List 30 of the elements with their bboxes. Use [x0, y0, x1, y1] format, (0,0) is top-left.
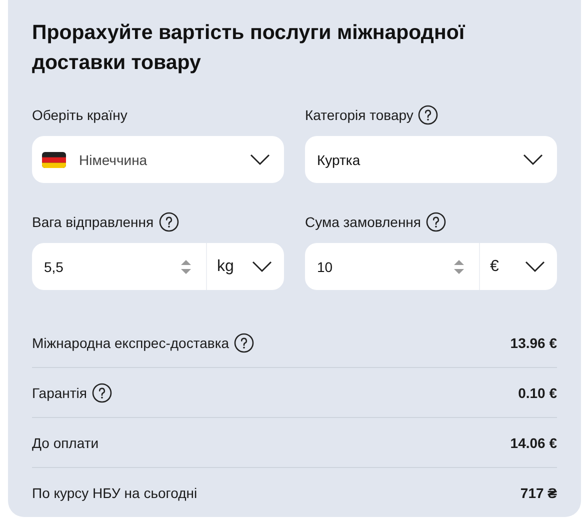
select-field[interactable]: Куртка [305, 136, 557, 183]
number-input[interactable]: 10 [305, 243, 480, 290]
summary-value: 13.96 € [510, 334, 557, 350]
chevron-down-icon [252, 260, 272, 272]
help-icon[interactable] [234, 332, 254, 352]
summary-value: 0.10 € [518, 384, 557, 400]
summary-value: 14.06 € [510, 434, 557, 450]
summary-label: Гарантія [32, 384, 87, 400]
chevron-down-icon [523, 154, 543, 166]
summary-label: По курсу НБУ на сьогодні [32, 484, 198, 500]
chevron-down-icon [250, 154, 270, 166]
field-label: Вага відправлення [32, 214, 154, 230]
summary-label: До оплати [32, 434, 99, 450]
form-title: Прорахуйте вартість послуги міжнародної доставки товару [32, 20, 466, 76]
unit-select[interactable]: € [480, 243, 557, 290]
spinner-icon[interactable] [454, 260, 464, 274]
chevron-down-icon [525, 260, 545, 272]
summary-value: 717 ₴ [520, 484, 557, 500]
help-icon[interactable] [92, 382, 112, 402]
field-label: Сума замовлення [305, 214, 421, 230]
unit-select[interactable]: kg [207, 243, 284, 290]
field-label: Категорія товару [305, 107, 414, 123]
help-icon[interactable] [418, 105, 438, 125]
field-label: Оберіть країну [32, 107, 128, 123]
number-input[interactable]: 5,5 [32, 243, 207, 290]
select-field[interactable]: Німеччина [32, 136, 284, 183]
help-icon[interactable] [426, 212, 446, 232]
spinner-icon[interactable] [181, 260, 191, 274]
summary-label: Міжнародна експрес-доставка [32, 334, 230, 350]
help-icon[interactable] [158, 212, 179, 232]
